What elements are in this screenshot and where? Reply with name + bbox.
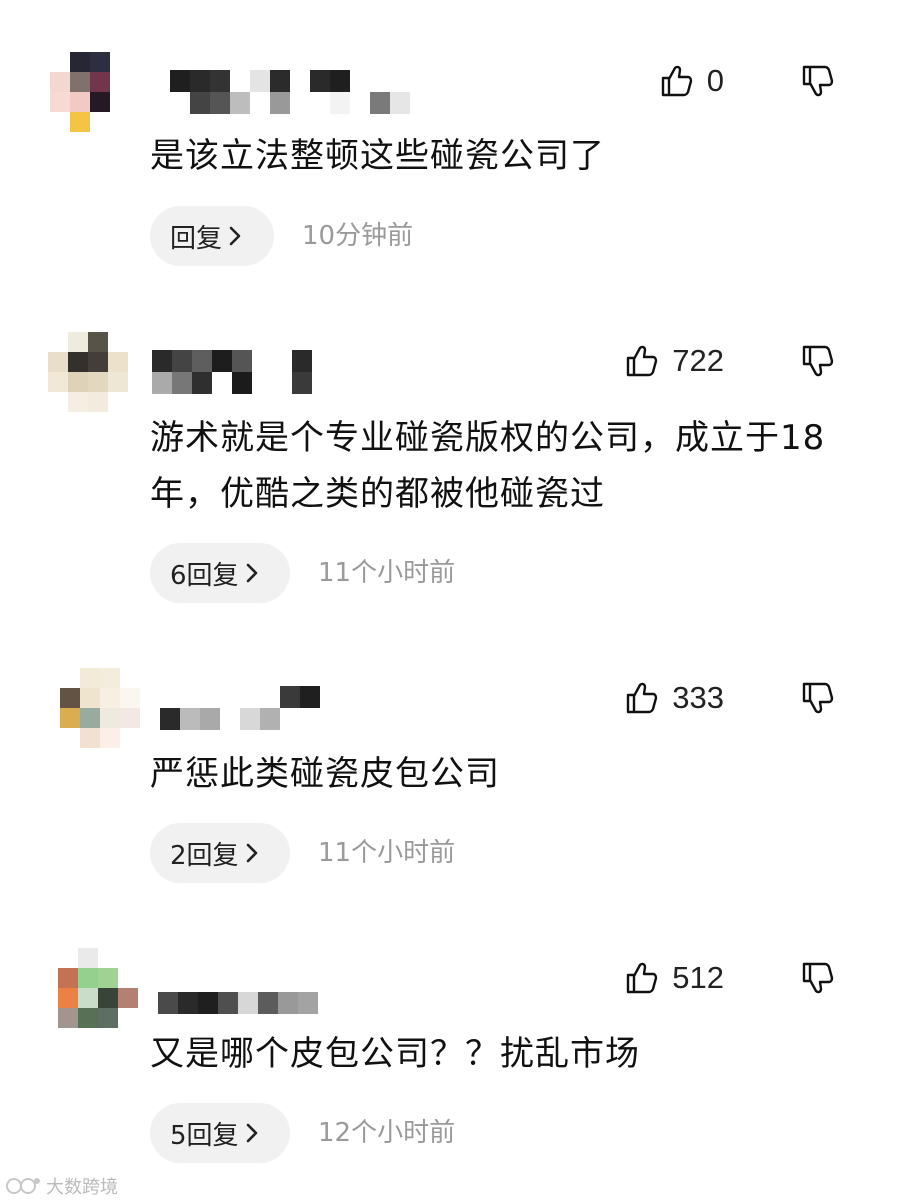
reply-button[interactable]: 5回复 xyxy=(150,1103,290,1163)
reply-button[interactable]: 6回复 xyxy=(150,543,290,603)
like-count: 722 xyxy=(672,343,724,378)
reply-label: 回复 xyxy=(170,223,223,254)
username-blurred[interactable] xyxy=(160,686,320,730)
chevron-right-icon xyxy=(246,843,257,863)
comment-text: 游术就是个专业碰瓷版权的公司，成立于18年，优酷之类的都被他碰瓷过 xyxy=(150,418,826,514)
thumbs-up-icon xyxy=(627,962,658,994)
comment-list: 0 是该立法整顿这些碰瓷公司了 回复 10分钟前 722 游术就是个专业碰瓷版权… xyxy=(0,0,900,1203)
thumbs-up-icon xyxy=(627,345,658,377)
like-button[interactable]: 0 xyxy=(659,56,724,106)
comment-text: 是该立法整顿这些碰瓷公司了 xyxy=(150,136,605,176)
thumbs-down-icon xyxy=(802,682,834,714)
reply-button[interactable]: 2回复 xyxy=(150,823,290,883)
timestamp: 12个小时前 xyxy=(318,1118,456,1148)
chevron-right-icon xyxy=(246,1123,257,1143)
reply-label: 6回复 xyxy=(170,560,239,591)
like-button[interactable]: 512 xyxy=(624,953,724,1003)
avatar[interactable] xyxy=(48,332,128,412)
avatar[interactable] xyxy=(60,668,140,748)
watermark: 大数跨境 xyxy=(4,1173,118,1199)
like-button[interactable]: 333 xyxy=(624,673,724,723)
dislike-button[interactable] xyxy=(800,673,836,723)
thumbs-up-icon xyxy=(661,65,692,97)
reply-button[interactable]: 回复 xyxy=(150,206,274,266)
reply-label: 2回复 xyxy=(170,840,239,871)
username-blurred[interactable] xyxy=(158,970,318,1014)
timestamp: 11个小时前 xyxy=(318,558,456,588)
reply-label: 5回复 xyxy=(170,1120,239,1151)
like-count: 0 xyxy=(706,63,724,98)
comment-text: 又是哪个皮包公司？？扰乱市场 xyxy=(150,1034,640,1074)
timestamp: 11个小时前 xyxy=(318,838,456,868)
thumbs-down-icon xyxy=(802,345,834,377)
username-blurred[interactable] xyxy=(152,350,312,394)
like-button[interactable]: 722 xyxy=(624,336,724,386)
avatar[interactable] xyxy=(58,948,138,1028)
thumbs-up-icon xyxy=(627,682,658,714)
chevron-right-icon xyxy=(229,226,241,246)
timestamp: 10分钟前 xyxy=(302,221,414,251)
chevron-right-icon xyxy=(246,563,257,583)
username-blurred[interactable] xyxy=(170,70,410,114)
comment-text: 严惩此类碰瓷皮包公司 xyxy=(150,754,500,794)
watermark-logo-icon xyxy=(6,1178,40,1194)
watermark-text: 大数跨境 xyxy=(46,1177,118,1198)
dislike-button[interactable] xyxy=(800,336,836,386)
like-count: 333 xyxy=(672,680,724,715)
avatar[interactable] xyxy=(50,52,130,132)
like-count: 512 xyxy=(672,960,724,995)
thumbs-down-icon xyxy=(802,65,834,97)
thumbs-down-icon xyxy=(802,962,834,994)
dislike-button[interactable] xyxy=(800,953,836,1003)
dislike-button[interactable] xyxy=(800,56,836,106)
